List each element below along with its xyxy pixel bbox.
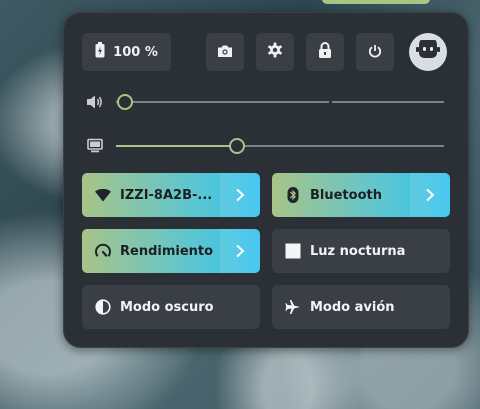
wifi-toggle[interactable]: IZZI-8A2B-... [82,173,260,217]
display-icon [86,138,104,154]
chevron-right-icon [236,244,245,258]
night-light-label: Luz nocturna [310,243,406,259]
chevron-right-icon [426,188,435,202]
camera-icon [217,43,233,62]
performance-toggle[interactable]: Rendimiento [82,229,260,273]
battery-percentage: 100 % [113,44,158,60]
wifi-icon [94,186,112,204]
brightness-slider-knob[interactable] [229,138,246,154]
volume-track-segment [332,101,444,103]
airplane-mode-toggle[interactable]: Modo avión [272,285,450,329]
dark-mode-label: Modo oscuro [120,299,214,315]
performance-submenu-button[interactable] [220,229,260,273]
robot-avatar-icon [415,36,441,64]
chevron-right-icon [236,188,245,202]
user-avatar[interactable] [409,33,447,71]
night-light-icon [284,242,302,260]
dark-mode-icon [94,298,112,316]
wifi-network-label: IZZI-8A2B-... [120,187,213,203]
screenshot-button[interactable] [206,33,244,71]
bluetooth-icon [284,186,302,204]
settings-button[interactable] [256,33,294,71]
lock-icon [318,42,332,62]
volume-slider-knob[interactable] [117,94,133,110]
wifi-submenu-button[interactable] [220,173,260,217]
lock-button[interactable] [306,33,344,71]
volume-slider[interactable] [86,91,446,113]
battery-full-icon [95,42,105,62]
night-light-toggle[interactable]: Luz nocturna [272,229,450,273]
bluetooth-submenu-button[interactable] [410,173,450,217]
brightness-track-fill [116,145,238,147]
volume-track [116,101,329,103]
power-icon [368,43,382,62]
airplane-icon [284,298,302,316]
brightness-slider[interactable] [86,135,446,157]
power-button[interactable] [356,33,394,71]
performance-label: Rendimiento [120,243,214,259]
bluetooth-toggle[interactable]: Bluetooth [272,173,450,217]
topbar-indicator [322,0,430,4]
speaker-icon [86,94,104,110]
quick-settings-panel: 100 % IZZI-8A2B-... Bluetooth Rendimient… [63,12,469,348]
speedometer-icon [94,242,112,260]
bluetooth-label: Bluetooth [310,187,382,203]
gear-icon [267,42,283,62]
dark-mode-toggle[interactable]: Modo oscuro [82,285,260,329]
battery-status[interactable]: 100 % [82,33,171,71]
airplane-mode-label: Modo avión [310,299,395,315]
